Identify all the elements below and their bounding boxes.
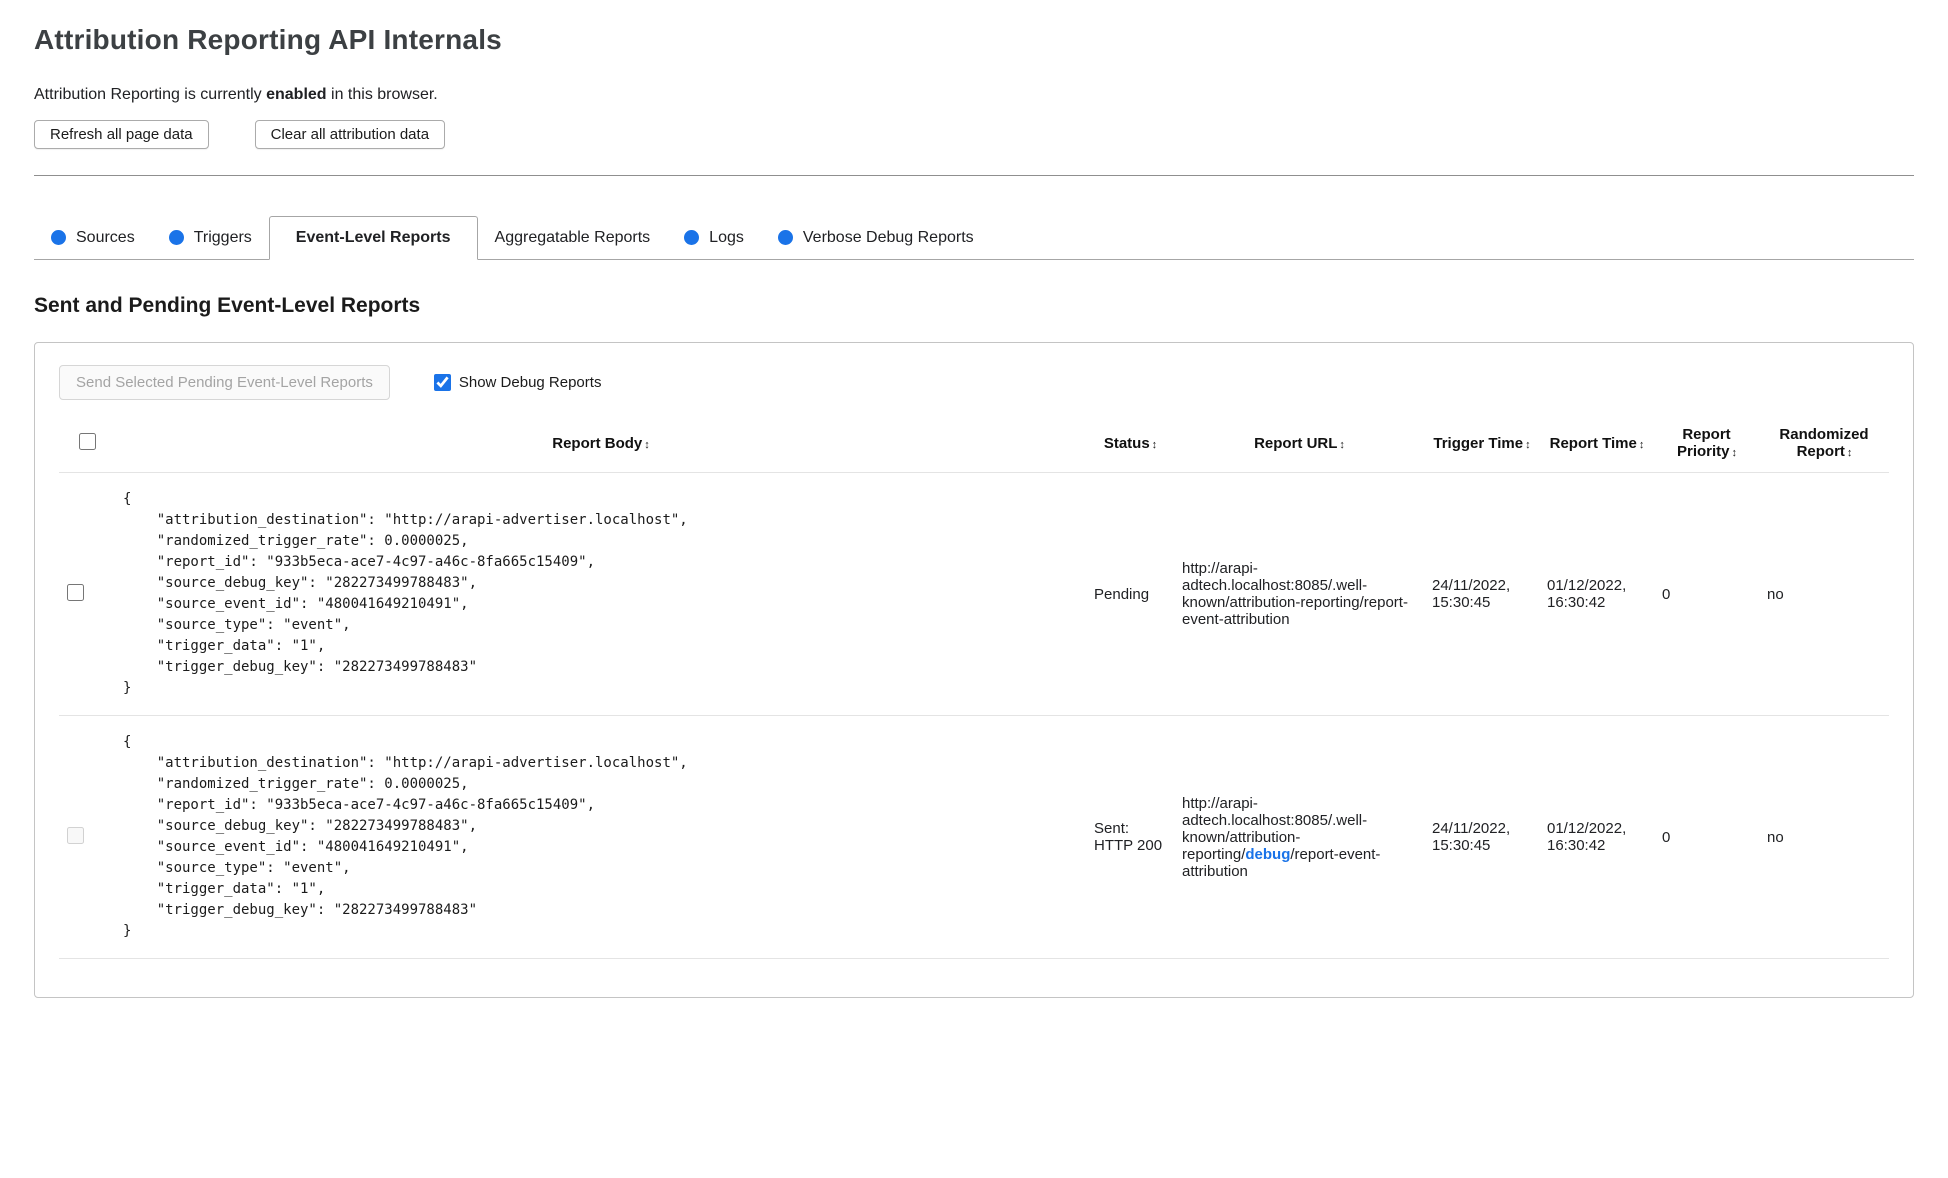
report-status: Pending — [1086, 472, 1174, 716]
blue-dot-icon — [51, 230, 66, 245]
column-label: Randomized Report — [1779, 426, 1869, 460]
divider — [34, 175, 1914, 176]
tab-strip: Sources Triggers Event-Level Reports Agg… — [34, 216, 1914, 260]
column-label: Report Body — [552, 434, 643, 452]
tab-label: Logs — [709, 228, 744, 246]
blue-dot-icon — [684, 230, 700, 245]
report-priority: 0 — [1654, 472, 1759, 716]
tab-label: Event-Level Reports — [295, 229, 451, 246]
column-header-randomized-report[interactable]: Randomized Report ↕ — [1759, 414, 1889, 473]
trigger-time: 24/11/2022, 15:30:45 — [1424, 715, 1539, 959]
status-text-prefix: Attribution Reporting is currently — [34, 86, 267, 103]
tab-label: Triggers — [193, 228, 252, 246]
tab-event-level-reports[interactable]: Event-Level Reports — [268, 216, 478, 260]
tab-label: Sources — [76, 228, 135, 246]
report-priority: 0 — [1654, 715, 1759, 959]
tab-triggers[interactable]: Triggers — [152, 216, 269, 259]
refresh-all-page-data-button[interactable]: Refresh all page data — [34, 120, 209, 149]
column-label: Trigger Time — [1433, 434, 1524, 452]
show-debug-reports-toggle[interactable]: Show Debug Reports — [433, 374, 602, 391]
status-text-suffix: in this browser. — [326, 86, 438, 103]
reports-toolbar: Send Selected Pending Event-Level Report… — [59, 365, 1889, 400]
status-line: Attribution Reporting is currently enabl… — [34, 86, 1914, 104]
column-header-report-priority[interactable]: Report Priority ↕ — [1654, 414, 1759, 473]
sort-icon: ↕ — [1151, 438, 1157, 451]
row-select-checkbox[interactable] — [67, 583, 84, 601]
report-time: 01/12/2022, 16:30:42 — [1539, 715, 1654, 959]
table-header-row: Report Body ↕ Status ↕ Report URL ↕ Trigger… — [59, 414, 1889, 473]
row-select-cell — [59, 472, 115, 716]
report-body-json: { "attribution_destination": "http://ara… — [123, 734, 688, 939]
randomized-report: no — [1759, 715, 1889, 959]
blue-dot-icon — [168, 230, 184, 245]
show-debug-reports-checkbox[interactable] — [433, 374, 451, 391]
tab-label: Aggregatable Reports — [494, 228, 651, 246]
show-debug-reports-label: Show Debug Reports — [458, 374, 602, 391]
column-label: Report Priority — [1676, 426, 1731, 460]
report-url: http://arapi-adtech.localhost:8085/.well… — [1174, 472, 1424, 716]
randomized-report: no — [1759, 472, 1889, 716]
select-all-header-cell — [59, 414, 115, 473]
report-body-json: { "attribution_destination": "http://ara… — [123, 491, 688, 696]
sort-icon: ↕ — [1846, 447, 1852, 459]
attribution-internals-page: Attribution Reporting API Internals Attr… — [0, 0, 1948, 998]
event-level-reports-panel: Send Selected Pending Event-Level Report… — [34, 342, 1914, 998]
send-selected-pending-reports-button: Send Selected Pending Event-Level Report… — [59, 365, 390, 400]
column-header-report-time[interactable]: Report Time ↕ — [1539, 414, 1654, 473]
column-header-status[interactable]: Status ↕ — [1086, 414, 1174, 473]
select-all-checkbox[interactable] — [78, 432, 96, 450]
row-select-cell — [59, 715, 115, 959]
tab-logs[interactable]: Logs — [667, 216, 761, 259]
url-text: http://arapi-adtech.localhost:8085/.well… — [1182, 560, 1368, 611]
report-status: Sent: HTTP 200 — [1086, 715, 1174, 959]
column-label: Status — [1103, 434, 1150, 452]
sort-icon: ↕ — [1339, 438, 1344, 451]
row-select-checkbox-disabled — [67, 826, 84, 844]
status-enabled-text: enabled — [266, 86, 327, 103]
sort-icon: ↕ — [1731, 447, 1737, 459]
tab-verbose-debug-reports[interactable]: Verbose Debug Reports — [761, 216, 991, 259]
trigger-time: 24/11/2022, 15:30:45 — [1424, 472, 1539, 716]
column-label: Report URL — [1254, 434, 1338, 452]
sort-icon: ↕ — [1638, 438, 1644, 451]
sort-icon: ↕ — [1525, 438, 1530, 451]
report-row-pending: { "attribution_destination": "http://ara… — [59, 472, 1889, 716]
sort-icon: ↕ — [644, 438, 649, 451]
report-time: 01/12/2022, 16:30:42 — [1539, 472, 1654, 716]
url-debug-segment: debug — [1245, 845, 1291, 863]
tab-sources[interactable]: Sources — [34, 216, 152, 259]
report-row-sent: { "attribution_destination": "http://ara… — [59, 715, 1889, 959]
blue-dot-icon — [777, 230, 793, 245]
column-header-report-body[interactable]: Report Body ↕ — [115, 414, 1086, 473]
report-body-cell: { "attribution_destination": "http://ara… — [115, 715, 1086, 959]
tab-aggregatable-reports[interactable]: Aggregatable Reports — [478, 216, 668, 259]
column-header-trigger-time[interactable]: Trigger Time ↕ — [1424, 414, 1539, 473]
section-heading: Sent and Pending Event-Level Reports — [34, 294, 421, 317]
report-url: http://arapi-adtech.localhost:8085/.well… — [1174, 715, 1424, 959]
clear-all-attribution-data-button[interactable]: Clear all attribution data — [254, 120, 446, 149]
report-body-cell: { "attribution_destination": "http://ara… — [115, 472, 1086, 716]
column-header-report-url[interactable]: Report URL ↕ — [1174, 414, 1424, 473]
reports-table: Report Body ↕ Status ↕ Report URL ↕ Trigger… — [59, 414, 1889, 959]
tab-label: Verbose Debug Reports — [802, 228, 974, 246]
column-label: Report Time — [1549, 434, 1637, 452]
page-actions: Refresh all page data Clear all attribut… — [34, 120, 1914, 149]
page-title: Attribution Reporting API Internals — [34, 24, 502, 55]
